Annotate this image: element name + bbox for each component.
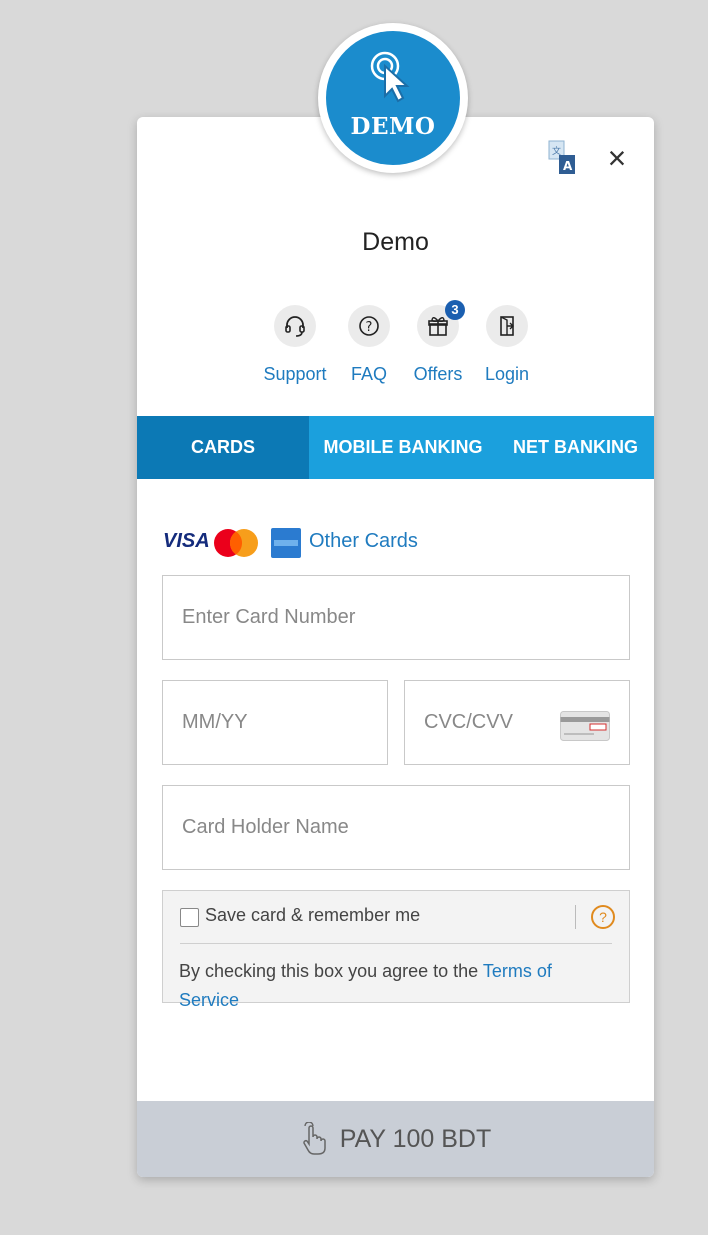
support-button[interactable]: Support xyxy=(258,305,332,385)
card-number-placeholder: Enter Card Number xyxy=(182,606,356,628)
faq-icon-circle: ? xyxy=(348,305,390,347)
support-icon-circle xyxy=(274,305,316,347)
translate-icon[interactable]: 文 A xyxy=(548,140,576,181)
close-icon: × xyxy=(607,140,627,176)
help-icon[interactable]: ? xyxy=(591,905,615,929)
divider xyxy=(575,905,576,929)
logo-circle: DEMO xyxy=(326,31,460,165)
faq-button[interactable]: ? FAQ xyxy=(344,305,394,385)
card-back-icon xyxy=(560,711,610,741)
cvv-input[interactable]: CVC/CVV xyxy=(404,680,630,765)
login-icon-circle xyxy=(486,305,528,347)
svg-text:A: A xyxy=(563,159,573,173)
cvv-placeholder: CVC/CVV xyxy=(424,711,513,733)
visa-logo: VISA xyxy=(163,530,210,552)
background-edge xyxy=(708,0,718,1235)
tab-net-banking[interactable]: NET BANKING xyxy=(497,416,654,479)
terms-prefix: By checking this box you agree to the xyxy=(179,961,483,981)
save-card-section: Save card & remember me ? By checking th… xyxy=(162,890,630,1010)
offers-badge: 3 xyxy=(445,300,465,320)
close-button[interactable]: × xyxy=(604,142,630,176)
payment-tabs: CARDS MOBILE BANKING NET BANKING xyxy=(137,416,654,479)
faq-label: FAQ xyxy=(350,364,387,384)
offers-icon-circle: 3 xyxy=(417,300,465,347)
card-number-input[interactable]: Enter Card Number xyxy=(162,575,630,660)
pay-button[interactable]: PAY 100 BDT xyxy=(137,1101,654,1177)
headset-icon xyxy=(285,316,305,337)
other-cards-link[interactable]: Other Cards xyxy=(309,530,418,553)
tab-cards[interactable]: CARDS xyxy=(137,416,309,479)
expiry-placeholder: MM/YY xyxy=(182,711,248,733)
save-card-checkbox[interactable] xyxy=(180,908,199,927)
login-button[interactable]: Login xyxy=(481,305,533,385)
login-label: Login xyxy=(484,364,530,384)
expiry-input[interactable]: MM/YY xyxy=(162,680,388,765)
question-icon: ? xyxy=(359,316,379,336)
offers-button[interactable]: 3 Offers xyxy=(410,300,466,385)
svg-text:?: ? xyxy=(366,320,373,335)
login-icon xyxy=(500,316,514,336)
merchant-logo: DEMO xyxy=(318,23,468,173)
mastercard-icon xyxy=(214,529,258,557)
tap-hand-icon xyxy=(303,1122,326,1155)
merchant-name: Demo xyxy=(362,228,429,256)
offers-label: Offers xyxy=(413,364,463,384)
card-holder-placeholder: Card Holder Name xyxy=(182,816,349,838)
pay-label: PAY 100 BDT xyxy=(339,1124,492,1153)
gift-icon xyxy=(428,317,448,336)
terms-text: By checking this box you agree to the Te… xyxy=(179,957,599,1015)
support-label: Support xyxy=(263,364,327,384)
cursor-click-icon xyxy=(370,51,410,103)
card-holder-input[interactable]: Card Holder Name xyxy=(162,785,630,870)
save-card-label[interactable]: Save card & remember me xyxy=(205,905,420,926)
tab-mobile-banking[interactable]: MOBILE BANKING xyxy=(309,416,497,479)
logo-text: DEMO xyxy=(350,113,436,140)
amex-icon xyxy=(271,528,301,558)
divider xyxy=(180,943,612,944)
